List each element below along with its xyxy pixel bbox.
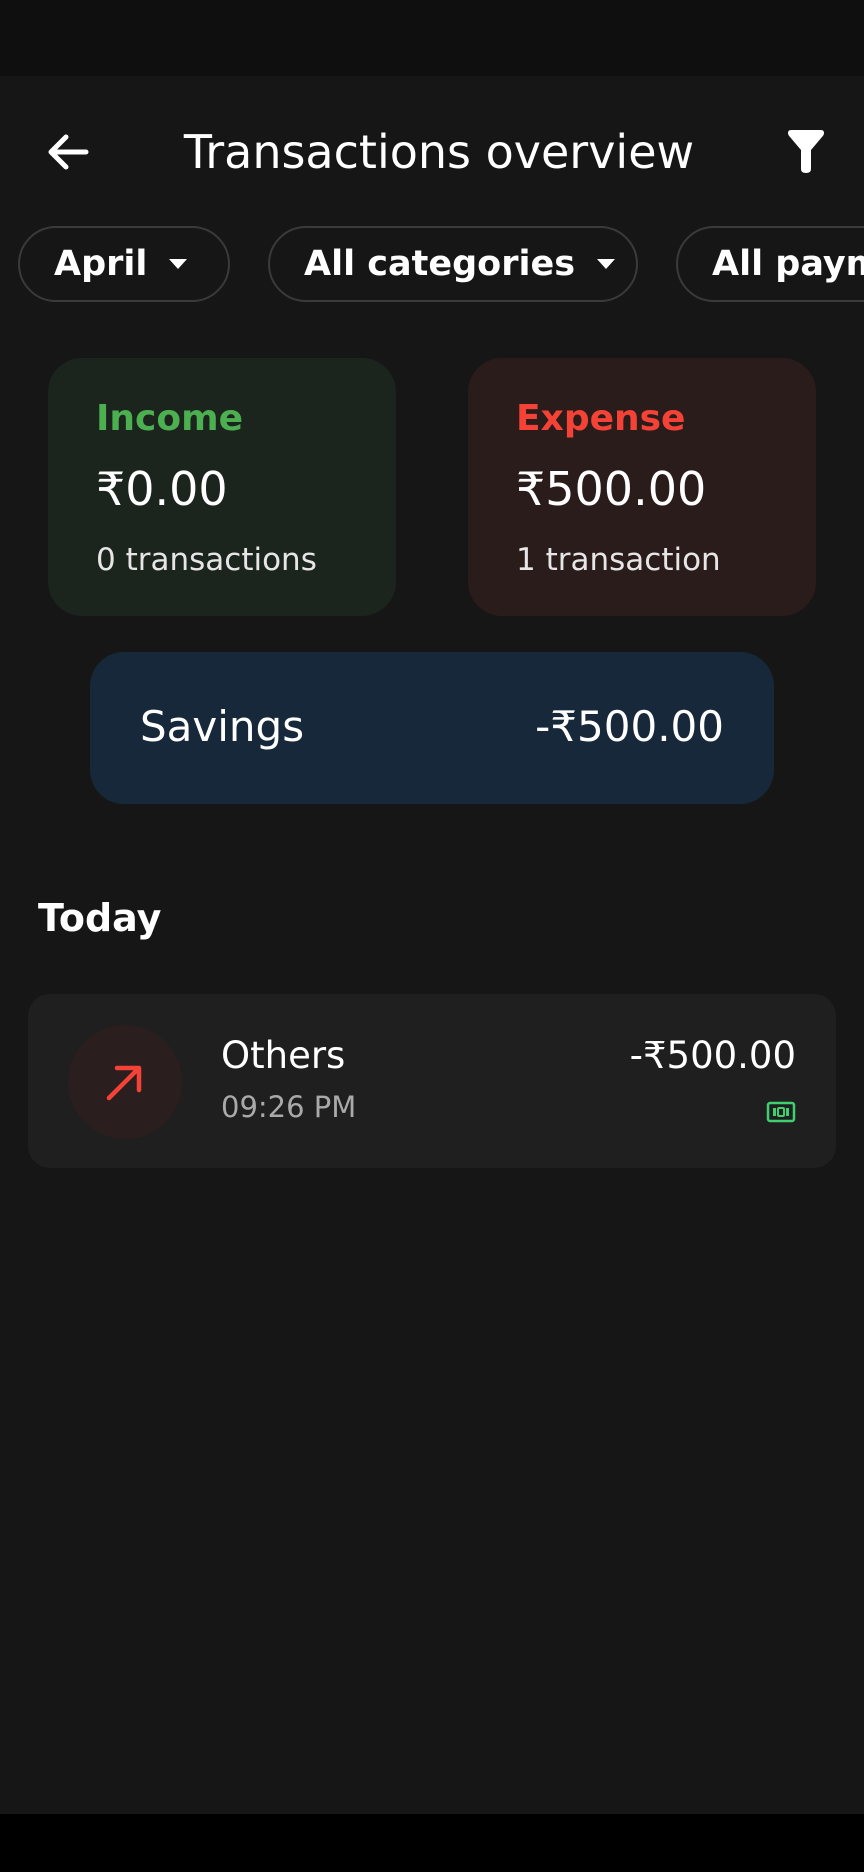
savings-label: Savings: [140, 702, 305, 751]
payment-filter-chip[interactable]: All paym: [676, 226, 864, 302]
month-filter-chip[interactable]: April: [18, 226, 230, 302]
savings-card: Savings -₹500.00: [90, 652, 774, 804]
category-filter-chip[interactable]: All categories: [268, 226, 638, 302]
expense-amount: ₹500.00: [516, 462, 707, 516]
income-count: 0 transactions: [96, 542, 317, 578]
filter-icon: [788, 130, 824, 173]
expense-label: Expense: [516, 398, 686, 439]
chip-label: All paym: [712, 244, 864, 284]
income-card: Income ₹0.00 0 transactions: [48, 358, 396, 616]
income-label: Income: [96, 398, 244, 439]
filter-button[interactable]: [770, 116, 842, 188]
expense-card: Expense ₹500.00 1 transaction: [468, 358, 816, 616]
app-bar: Transactions overview: [0, 76, 864, 212]
chip-label: All categories: [304, 244, 576, 284]
status-bar: [0, 0, 864, 76]
transaction-category: Others: [221, 1034, 346, 1077]
savings-amount: -₹500.00: [535, 702, 724, 751]
transaction-row[interactable]: Others 09:26 PM -₹500.00: [28, 994, 836, 1168]
income-amount: ₹0.00: [96, 462, 228, 516]
transaction-time: 09:26 PM: [221, 1090, 357, 1124]
transaction-amount: -₹500.00: [629, 1034, 796, 1077]
section-title-today: Today: [38, 896, 162, 940]
dropdown-caret-icon: [597, 259, 616, 269]
cash-icon: [766, 1101, 796, 1123]
dropdown-caret-icon: [169, 259, 188, 269]
transaction-avatar: [68, 1025, 182, 1139]
arrow-up-right-icon: [106, 1065, 142, 1101]
filter-chips: April All categories All paym: [0, 226, 864, 306]
page-title: Transactions overview: [183, 125, 695, 179]
expense-count: 1 transaction: [516, 542, 721, 578]
chip-label: April: [54, 244, 148, 284]
system-navigation-bar: [0, 1814, 864, 1872]
